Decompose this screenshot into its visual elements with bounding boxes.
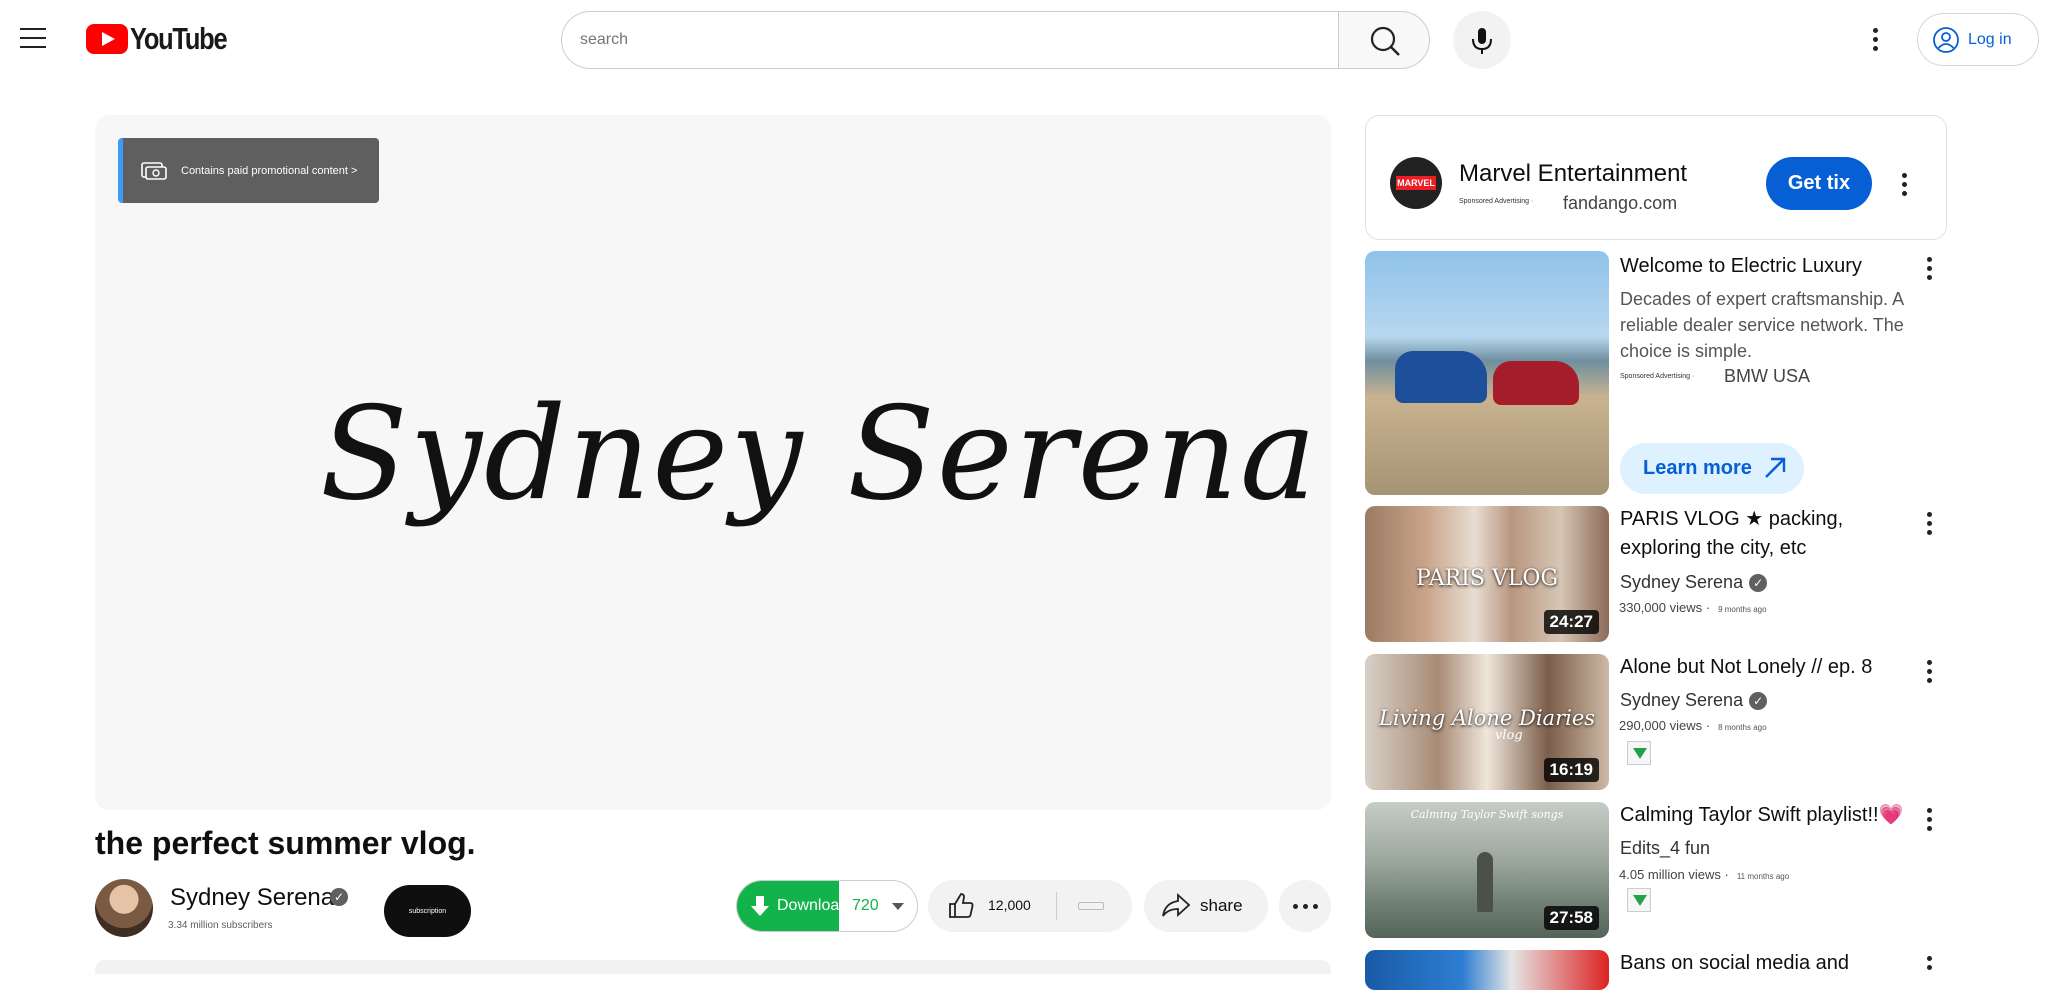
video-channel-name: Sydney Serena [1620,690,1744,710]
share-button[interactable]: share [1144,880,1268,932]
car-red [1493,361,1579,405]
video-views: 4.05 million views · [1619,867,1729,882]
subscriber-count: 3.34 million subscribers [168,920,273,931]
video-thumbnail[interactable]: Living Alone Diaries vlog 16:19 [1365,654,1609,790]
download-label: Download [777,897,849,914]
search-box[interactable] [561,11,1338,69]
video-meta: 330,000 views · 9 months ago [1619,600,1767,615]
search-button[interactable] [1338,11,1430,69]
mic-icon [1472,28,1492,54]
external-link-icon [1765,457,1786,478]
video-duration: 24:27 [1543,610,1599,634]
video-meta: 4.05 million views · 11 months ago [1619,867,1789,882]
thumbnail-subtext: vlog [1495,728,1523,743]
youtube-logo[interactable]: YouTube [86,21,248,56]
share-label: share [1200,896,1243,915]
logo-text: YouTube [130,21,228,56]
more-options-icon[interactable] [1896,170,1912,198]
channel-avatar[interactable] [95,879,153,937]
sponsored-ad-card[interactable]: MARVEL Marvel Entertainment Sponsored Ad… [1365,115,1947,240]
more-options-icon[interactable] [1921,509,1937,537]
video-title[interactable]: PARIS VLOG ★ packing, exploring the city… [1620,505,1910,563]
like-dislike-group: 12,000 [928,880,1132,932]
download-icon [751,896,769,916]
account-icon [1933,26,1959,53]
video-thumbnail[interactable] [1365,950,1609,990]
video-channel-name[interactable]: Edits_4 fun [1620,838,1710,859]
video-meta: 290,000 views · 8 months ago [1619,718,1767,733]
more-actions-button[interactable] [1279,880,1331,932]
video-title[interactable]: Calming Taylor Swift playlist!!💗 [1620,801,1904,830]
learn-more-label: Learn more [1643,457,1752,479]
get-tickets-button[interactable]: Get tix [1766,157,1872,210]
bmw-brand: BMW USA [1724,366,1811,386]
more-options-icon[interactable] [1921,254,1937,282]
bmw-ad-title[interactable]: Welcome to Electric Luxury [1620,252,1862,281]
video-views: 330,000 views · [1619,600,1711,615]
like-icon[interactable] [946,891,976,921]
more-options-icon[interactable] [1921,953,1937,981]
search-icon [1370,26,1400,56]
video-thumbnail[interactable]: Calming Taylor Swift songs 27:58 [1365,802,1609,938]
video-signature-text: Sydney Serena [320,380,1319,529]
youtube-play-icon [86,24,128,54]
download-quality: 720 [852,897,879,914]
video-channel[interactable]: Sydney Serena ✓ [1620,690,1768,711]
thumbnail-text: PARIS VLOG [1415,566,1559,591]
more-options-icon[interactable] [1921,657,1937,685]
figure-silhouette [1477,852,1493,912]
download-icon[interactable] [1627,741,1651,765]
marvel-logo-text: MARVEL [1396,176,1436,190]
video-title[interactable]: Alone but Not Lonely // ep. 8 [1620,653,1872,682]
paid-promotion-badge[interactable]: Contains paid promotional content > [118,138,379,203]
verified-check-icon: ✓ [330,888,348,906]
menu-icon[interactable] [18,24,48,54]
divider [1056,892,1057,920]
ad-advertiser-name: Marvel Entertainment [1459,160,1688,187]
video-channel-name: Sydney Serena [1620,572,1744,592]
thumbnail-text: Calming Taylor Swift songs [1410,808,1564,821]
video-thumbnail[interactable]: PARIS VLOG 24:27 [1365,506,1609,642]
share-icon [1162,892,1191,918]
like-count: 12,000 [988,897,1031,913]
thumbnail-text: Living Alone Diaries [1378,706,1596,730]
video-title: the perfect summer vlog. [95,825,476,861]
bmw-ad-thumbnail[interactable] [1365,251,1609,495]
marvel-logo: MARVEL [1390,157,1442,209]
subscribe-button[interactable]: subscription [384,885,471,937]
video-age: 9 months ago [1718,605,1767,614]
promo-label: Contains paid promotional content > [181,164,358,177]
car-blue [1395,351,1487,403]
bmw-sponsored-label: Sponsored Advertising · [1620,373,1695,380]
video-channel[interactable]: Sydney Serena ✓ [1620,572,1768,593]
ad-domain: fandango.com [1563,193,1678,213]
download-icon[interactable] [1627,888,1651,912]
video-age: 11 months ago [1736,872,1790,881]
learn-more-button[interactable]: Learn more [1620,443,1804,494]
voice-search-button[interactable] [1453,11,1511,69]
ad-sponsored-label: Sponsored Advertising · [1459,198,1534,205]
more-options-icon[interactable] [1921,805,1937,833]
more-options-icon[interactable] [1862,22,1890,58]
download-button[interactable]: Download 720 [736,880,918,932]
channel-name[interactable]: Sydney Serena [170,884,334,912]
bmw-ad-description: Decades of expert craftsmanship. A relia… [1620,289,1904,361]
promotion-icon [141,161,167,180]
video-title[interactable]: Bans on social media and [1620,949,1849,978]
verified-check-icon: ✓ [1749,574,1768,592]
search-input[interactable] [580,26,1280,54]
video-views: 290,000 views · [1619,718,1711,733]
video-age: 8 months ago [1718,723,1767,732]
login-label: Log in [1968,30,2012,48]
verified-check-icon: ✓ [1749,692,1768,710]
video-duration: 16:19 [1543,758,1599,782]
dislike-icon[interactable] [1078,902,1104,910]
login-button[interactable]: Log in [1917,13,2039,66]
video-duration: 27:58 [1543,906,1599,930]
chevron-down-icon[interactable] [892,903,904,910]
